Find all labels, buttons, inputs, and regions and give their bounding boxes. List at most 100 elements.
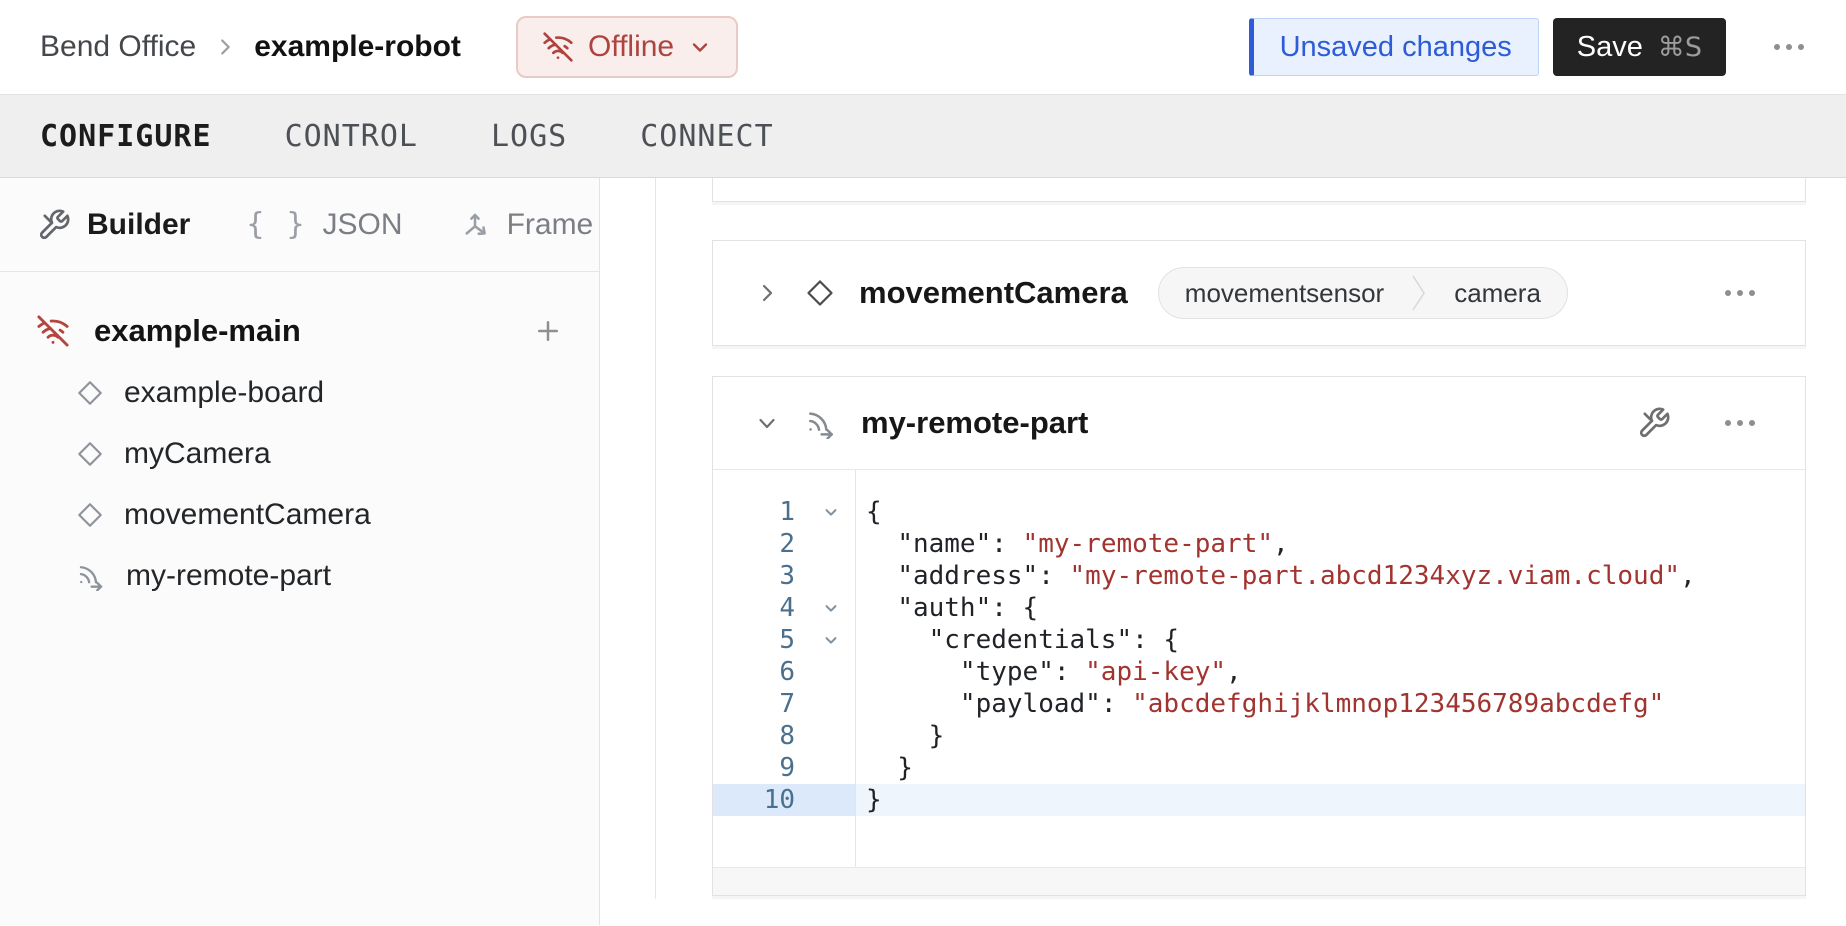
- tree-children: example-board myCamera movementCamera my-re…: [0, 362, 599, 606]
- code-line-6[interactable]: "type": "api-key",: [856, 656, 1805, 688]
- tree-item-my-remote-part[interactable]: my-remote-part: [0, 545, 599, 606]
- code-line-8[interactable]: }: [856, 720, 1805, 752]
- gutter-line-10: 10: [713, 784, 855, 816]
- json-punctuation: :: [1101, 689, 1132, 719]
- gutter-line-2: 2: [713, 528, 855, 560]
- code-line-3[interactable]: "address": "my-remote-part.abcd1234xyz.v…: [856, 560, 1805, 592]
- line-number: 8: [713, 721, 807, 751]
- code-line-4[interactable]: "auth": {: [856, 592, 1805, 624]
- chevron-down-icon: [688, 35, 712, 59]
- tree-item-myCamera[interactable]: myCamera: [0, 423, 599, 484]
- breadcrumb: Bend Office example-robot: [40, 30, 461, 64]
- json-code-editor[interactable]: 12345678910 { "name": "my-remote-part", …: [713, 469, 1805, 867]
- type-tag-movementsensor: movementsensor: [1159, 278, 1410, 309]
- tree-item-example-board[interactable]: example-board: [0, 362, 599, 423]
- json-string: "abcdefghijklmnop123456789abcdefg": [1132, 689, 1664, 719]
- gutter-line-1: 1: [713, 496, 855, 528]
- tab-control[interactable]: CONTROL: [285, 119, 418, 154]
- json-key: "address": [897, 561, 1038, 591]
- json-punctuation: [866, 561, 897, 591]
- json-punctuation: [866, 625, 929, 655]
- diamond-icon: [76, 379, 104, 407]
- tree-item-movementCamera[interactable]: movementCamera: [0, 484, 599, 545]
- tab-configure[interactable]: CONFIGURE: [40, 119, 212, 154]
- unsaved-changes-badge[interactable]: Unsaved changes: [1249, 18, 1539, 76]
- tab-connect[interactable]: CONNECT: [640, 119, 773, 154]
- tab-logs[interactable]: LOGS: [491, 119, 567, 154]
- line-number: 5: [713, 625, 807, 655]
- editor-footer-bar: [713, 867, 1805, 895]
- card-overflow-menu[interactable]: [1717, 282, 1763, 304]
- code-line-10[interactable]: }: [856, 784, 1805, 816]
- tree-item-label: myCamera: [124, 437, 271, 471]
- code-line-5[interactable]: "credentials": {: [856, 624, 1805, 656]
- tree-item-label: example-board: [124, 376, 324, 410]
- diamond-icon: [76, 501, 104, 529]
- machine-tabbar: CONFIGURE CONTROL LOGS CONNECT: [0, 94, 1846, 178]
- line-number: 10: [713, 785, 807, 815]
- code-line-2[interactable]: "name": "my-remote-part",: [856, 528, 1805, 560]
- remote-icon: [76, 561, 106, 591]
- chevron-down-icon[interactable]: [755, 411, 779, 435]
- tools-icon[interactable]: [1637, 406, 1671, 440]
- json-punctuation: [866, 657, 960, 687]
- tag-separator-icon: [1410, 267, 1428, 319]
- mode-frame[interactable]: Frame: [459, 208, 594, 242]
- mode-builder[interactable]: Builder: [37, 208, 190, 242]
- line-number: 7: [713, 689, 807, 719]
- tree-item-label: my-remote-part: [126, 559, 331, 593]
- fold-chevron-icon[interactable]: [807, 599, 855, 617]
- machine-status-dropdown[interactable]: Offline: [516, 16, 738, 78]
- line-number: 3: [713, 561, 807, 591]
- line-number: 4: [713, 593, 807, 623]
- panel-divider: [655, 178, 656, 899]
- diamond-icon: [76, 440, 104, 468]
- chevron-right-icon[interactable]: [755, 281, 779, 305]
- gutter-line-4: 4: [713, 592, 855, 624]
- add-component-button[interactable]: [533, 316, 563, 346]
- diamond-icon: [805, 278, 835, 308]
- config-sidebar: Builder { }JSON Frame example-main example…: [0, 178, 600, 925]
- mode-json[interactable]: { }JSON: [246, 207, 402, 242]
- save-button[interactable]: Save ⌘S: [1553, 18, 1726, 76]
- gutter-line-8: 8: [713, 720, 855, 752]
- unsaved-changes-label: Unsaved changes: [1280, 31, 1512, 64]
- card-my-remote-part-header[interactable]: my-remote-part: [713, 377, 1805, 469]
- json-punctuation: {: [866, 497, 882, 527]
- tree-root-label: example-main: [94, 313, 533, 349]
- breadcrumb-machine-name: example-robot: [254, 30, 461, 64]
- card-overflow-menu[interactable]: [1717, 412, 1763, 434]
- line-number: 1: [713, 497, 807, 527]
- json-key: "payload": [960, 689, 1101, 719]
- content-row: Builder { }JSON Frame example-main example…: [0, 178, 1846, 925]
- header-overflow-menu[interactable]: [1766, 36, 1812, 58]
- fold-chevron-icon[interactable]: [807, 503, 855, 521]
- code-line-9[interactable]: }: [856, 752, 1805, 784]
- breadcrumb-location[interactable]: Bend Office: [40, 30, 196, 64]
- wifi-off-icon: [36, 314, 70, 348]
- json-punctuation: ,: [1226, 657, 1242, 687]
- tree-item-example-main[interactable]: example-main: [0, 300, 599, 362]
- editor-gutter: 12345678910: [713, 470, 856, 867]
- json-string: "my-remote-part.abcd1234xyz.viam.cloud": [1070, 561, 1680, 591]
- json-punctuation: :: [1054, 657, 1085, 687]
- code-line-1[interactable]: {: [856, 496, 1805, 528]
- code-line-7[interactable]: "payload": "abcdefghijklmnop123456789abc…: [856, 688, 1805, 720]
- json-string: "my-remote-part": [1023, 529, 1273, 559]
- braces-icon: { }: [246, 207, 306, 242]
- gutter-line-7: 7: [713, 688, 855, 720]
- app-header: Bend Office example-robot Offline Unsave…: [0, 0, 1846, 94]
- card-movementCamera-header[interactable]: movementCamera movementsensorcamera: [713, 241, 1805, 345]
- json-punctuation: : {: [991, 593, 1038, 623]
- json-punctuation: }: [866, 785, 882, 815]
- json-punctuation: ,: [1680, 561, 1696, 591]
- card-title: my-remote-part: [861, 405, 1088, 441]
- fold-chevron-icon[interactable]: [807, 631, 855, 649]
- json-punctuation: : {: [1132, 625, 1179, 655]
- card-partial-above: [712, 178, 1806, 202]
- card-title: movementCamera: [859, 275, 1128, 311]
- remote-part-icon: [805, 407, 837, 439]
- component-tree: example-main example-board myCamera moveme…: [0, 272, 599, 606]
- editor-code-area[interactable]: { "name": "my-remote-part", "address": "…: [856, 470, 1805, 867]
- status-label: Offline: [588, 30, 674, 64]
